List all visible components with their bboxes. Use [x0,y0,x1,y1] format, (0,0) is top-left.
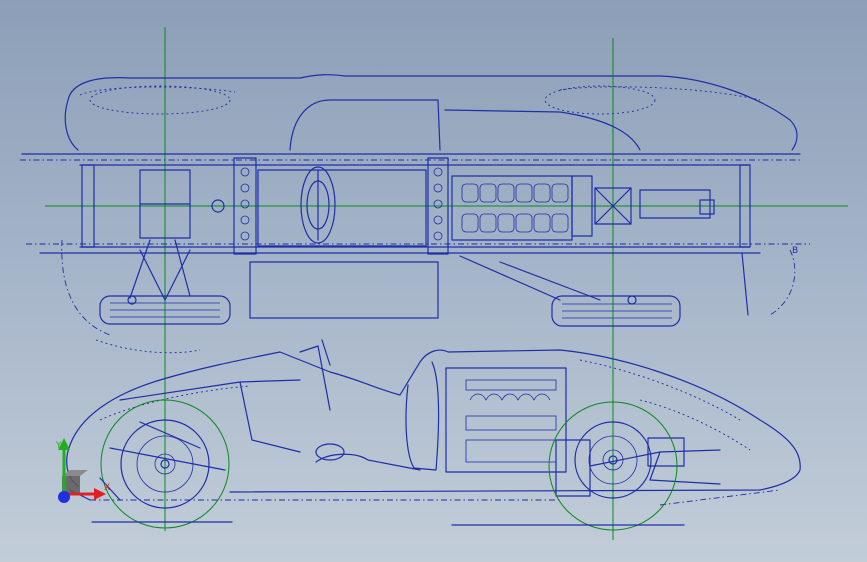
seat-cushion [315,453,421,471]
plan-front-fender-bulge [89,85,231,115]
exhaust-ports-side [465,379,557,463]
plan-cockpit-cowl [289,99,441,151]
rear-wheel-plan [551,295,681,327]
front-bonnet-line [99,385,251,421]
front-fender-lower [95,339,201,354]
filler-neck [699,199,715,215]
graphics-viewport[interactable]: B Y X [0,0,867,562]
triad-cube-top [62,470,88,476]
side-marker-label: B [792,246,798,256]
triad-x-label: X [104,483,110,493]
driver-seat-back [405,361,440,471]
engine-cylinders-plan [461,183,569,233]
pedal-box [315,443,345,461]
rear-bumper-bracket [741,252,749,316]
plan-front-fender-left [79,86,236,96]
plan-view[interactable]: B [20,74,810,354]
plan-rear-deck [444,109,641,151]
engine-block-side [445,367,567,473]
gearbox-side [555,439,591,497]
plan-rear-fender-left [559,86,761,101]
windscreen [299,339,331,411]
view-origin-icon [58,491,70,503]
engine-block-plan [451,175,573,241]
crossmember-holes [240,167,443,241]
seat-pan [249,261,439,319]
rear-trailing-link [459,255,601,301]
rear-suspension-link [589,449,721,485]
view-triad[interactable]: Y X [55,438,110,503]
triad-y-label: Y [55,441,62,451]
front-wishbone [129,239,191,301]
sketch-canvas[interactable]: B Y X [0,0,867,562]
side-view[interactable] [66,339,801,531]
cockpit-floor [257,169,427,247]
front-frame-tube [119,379,301,453]
